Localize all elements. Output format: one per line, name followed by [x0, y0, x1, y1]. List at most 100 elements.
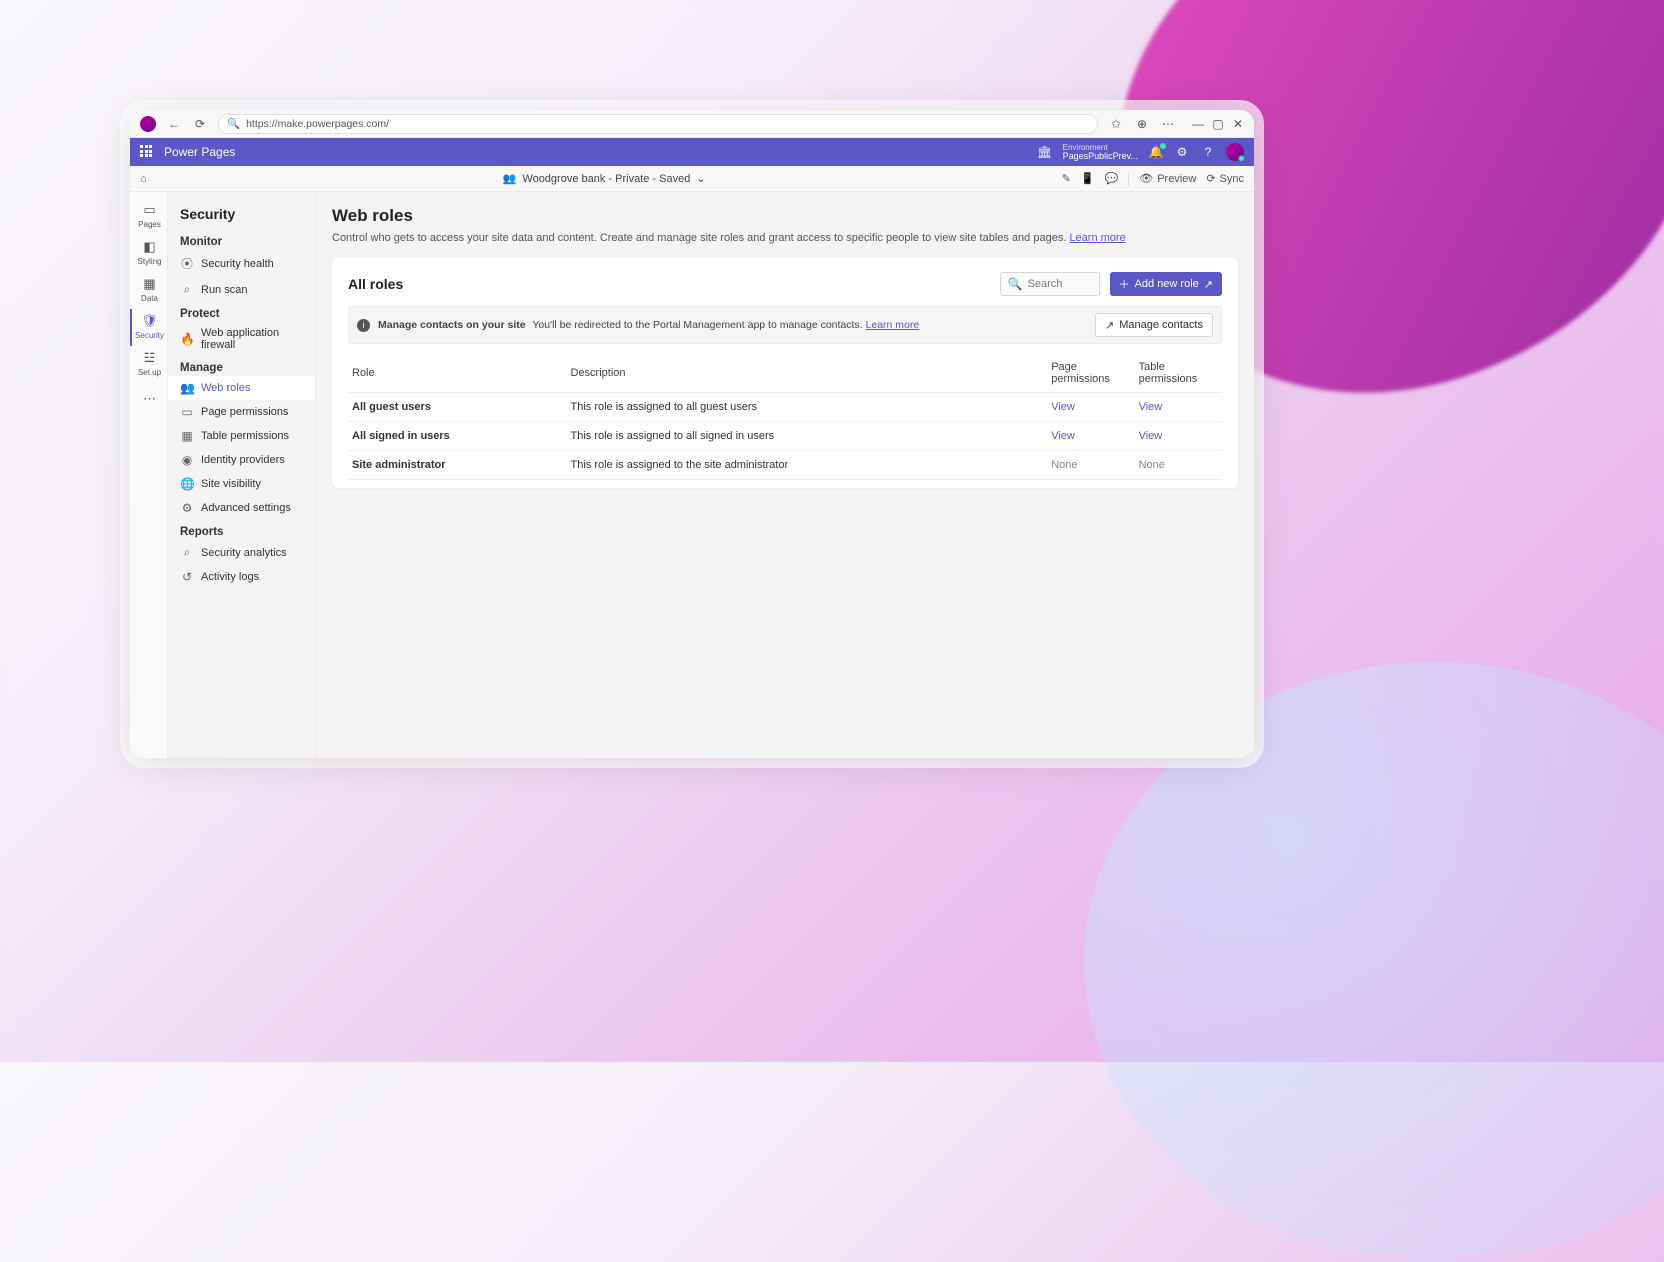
- gear-icon: ⚙: [180, 501, 194, 515]
- info-icon: i: [357, 319, 370, 332]
- history-icon: ↺: [180, 570, 194, 584]
- page-icon: ▭: [180, 405, 194, 419]
- context-bar: ⌂ 👥 Woodgrove bank - Private - Saved ⌄ ✎…: [130, 166, 1254, 192]
- chevron-down-icon: ⌄: [696, 172, 705, 185]
- mobile-icon[interactable]: 📱: [1081, 172, 1095, 185]
- view-table-permissions-link[interactable]: View: [1139, 401, 1163, 413]
- people-icon: 👥: [503, 172, 517, 185]
- info-banner: i Manage contacts on your site You'll be…: [348, 306, 1222, 344]
- rail-styling[interactable]: ◧ Styling: [130, 235, 167, 272]
- setup-icon: ☳: [142, 350, 158, 366]
- table-row[interactable]: Site administratorThis role is assigned …: [348, 451, 1222, 480]
- sidebar-item-identity-providers[interactable]: ◉ Identity providers: [168, 448, 315, 472]
- sidebar-item-table-permissions[interactable]: ▦ Table permissions: [168, 424, 315, 448]
- maximize-icon[interactable]: ▢: [1212, 117, 1224, 131]
- rail-pages[interactable]: ▭ Pages: [130, 198, 167, 235]
- help-icon[interactable]: ?: [1200, 145, 1216, 159]
- shield-icon: ⦿: [180, 255, 194, 272]
- rail-security[interactable]: 🛡 Security: [130, 309, 167, 346]
- view-page-permissions-link[interactable]: View: [1051, 430, 1075, 442]
- cell-page-permissions: None: [1047, 451, 1134, 480]
- favorite-icon[interactable]: ✩: [1108, 116, 1124, 132]
- page-subtitle: Control who gets to access your site dat…: [332, 232, 1238, 244]
- table-icon: ▦: [180, 429, 194, 443]
- sidepanel-title: Security: [168, 202, 315, 230]
- cell-description: This role is assigned to all signed in u…: [567, 422, 1048, 451]
- sidebar-item-firewall[interactable]: 🔥 Web application firewall: [168, 322, 315, 356]
- table-row[interactable]: All signed in usersThis role is assigned…: [348, 422, 1222, 451]
- cell-table-permissions: View: [1135, 393, 1222, 422]
- table-row[interactable]: All guest usersThis role is assigned to …: [348, 393, 1222, 422]
- view-table-permissions-link[interactable]: View: [1139, 430, 1163, 442]
- nav-rail: ▭ Pages ◧ Styling ▦ Data 🛡 Security ☳ Se…: [130, 192, 168, 758]
- close-icon[interactable]: ✕: [1232, 117, 1244, 131]
- product-name: Power Pages: [164, 145, 235, 159]
- rail-setup[interactable]: ☳ Set up: [130, 346, 167, 383]
- chat-icon[interactable]: 💬: [1105, 172, 1119, 185]
- body: ▭ Pages ◧ Styling ▦ Data 🛡 Security ☳ Se…: [130, 192, 1254, 758]
- rail-data[interactable]: ▦ Data: [130, 272, 167, 309]
- open-external-icon: ↗: [1105, 319, 1114, 332]
- cell-table-permissions: View: [1135, 422, 1222, 451]
- banner-learn-more-link[interactable]: Learn more: [866, 319, 920, 331]
- settings-icon[interactable]: ⚙: [1174, 145, 1190, 159]
- plus-icon: ＋: [1119, 276, 1130, 292]
- sidebar-item-page-permissions[interactable]: ▭ Page permissions: [168, 400, 315, 424]
- sidebar-item-security-analytics[interactable]: ⌕ Security analytics: [168, 540, 315, 565]
- cell-role: All guest users: [348, 393, 567, 422]
- globe-icon: 🌐: [180, 477, 194, 491]
- view-page-permissions-link[interactable]: View: [1051, 401, 1075, 413]
- group-manage: Manage: [168, 356, 315, 376]
- col-role: Role: [348, 354, 567, 393]
- extensions-icon[interactable]: ⋯: [1160, 116, 1176, 132]
- browser-bar: ← ⟳ 🔍 https://make.powerpages.com/ ✩ ⊕ ⋯…: [130, 110, 1254, 138]
- collections-icon[interactable]: ⊕: [1134, 116, 1150, 132]
- url-text: https://make.powerpages.com/: [246, 118, 389, 130]
- preview-button[interactable]: 👁 Preview: [1139, 172, 1196, 185]
- user-avatar-icon[interactable]: [1226, 143, 1244, 161]
- firewall-icon: 🔥: [180, 332, 194, 346]
- sync-icon: ⟳: [1206, 172, 1215, 185]
- notifications-icon[interactable]: 🔔: [1148, 145, 1164, 159]
- col-table-permissions: Table permissions: [1135, 354, 1222, 393]
- sidebar-item-security-health[interactable]: ⦿ Security health: [168, 250, 315, 277]
- address-bar[interactable]: 🔍 https://make.powerpages.com/: [218, 114, 1098, 134]
- sync-button[interactable]: ⟳ Sync: [1206, 172, 1244, 185]
- analytics-icon: ⌕: [180, 545, 194, 560]
- back-icon[interactable]: ←: [166, 116, 182, 132]
- cell-role: Site administrator: [348, 451, 567, 480]
- home-icon[interactable]: ⌂: [140, 173, 147, 185]
- sidebar-item-web-roles[interactable]: 👥 Web roles: [168, 376, 315, 400]
- roles-card: All roles 🔍 ＋ Add new role ↗ i Manage co…: [332, 258, 1238, 488]
- data-icon: ▦: [142, 276, 158, 292]
- cell-page-permissions: View: [1047, 422, 1134, 451]
- sidebar-item-activity-logs[interactable]: ↺ Activity logs: [168, 565, 315, 589]
- design-icon[interactable]: ✎: [1062, 172, 1071, 185]
- card-title: All roles: [348, 276, 403, 292]
- sidebar-item-site-visibility[interactable]: 🌐 Site visibility: [168, 472, 315, 496]
- rail-more[interactable]: ⋯: [130, 387, 167, 413]
- styling-icon: ◧: [142, 239, 158, 255]
- search-input[interactable]: [1028, 278, 1098, 290]
- environment-icon[interactable]: 🏛: [1037, 145, 1053, 159]
- cell-table-permissions: None: [1135, 451, 1222, 480]
- app-bar: Power Pages 🏛 Environment PagesPublicPre…: [130, 138, 1254, 166]
- site-picker[interactable]: 👥 Woodgrove bank - Private - Saved ⌄: [147, 172, 1062, 185]
- col-description: Description: [567, 354, 1048, 393]
- profile-avatar-icon[interactable]: [140, 116, 156, 132]
- environment-picker[interactable]: Environment PagesPublicPrev...: [1063, 144, 1138, 161]
- app-window: ← ⟳ 🔍 https://make.powerpages.com/ ✩ ⊕ ⋯…: [130, 110, 1254, 758]
- manage-contacts-button[interactable]: ↗ Manage contacts: [1095, 313, 1213, 337]
- search-box[interactable]: 🔍: [1000, 272, 1100, 296]
- refresh-icon[interactable]: ⟳: [192, 116, 208, 132]
- sidebar-item-run-scan[interactable]: ⌕ Run scan: [168, 277, 315, 302]
- app-launcher-icon[interactable]: [140, 145, 154, 159]
- add-new-role-button[interactable]: ＋ Add new role ↗: [1110, 272, 1222, 296]
- cell-description: This role is assigned to all guest users: [567, 393, 1048, 422]
- more-icon: ⋯: [142, 391, 158, 407]
- identity-icon: ◉: [180, 453, 194, 467]
- cell-description: This role is assigned to the site admini…: [567, 451, 1048, 480]
- learn-more-link[interactable]: Learn more: [1069, 232, 1125, 244]
- sidebar-item-advanced-settings[interactable]: ⚙ Advanced settings: [168, 496, 315, 520]
- minimize-icon[interactable]: —: [1192, 117, 1204, 131]
